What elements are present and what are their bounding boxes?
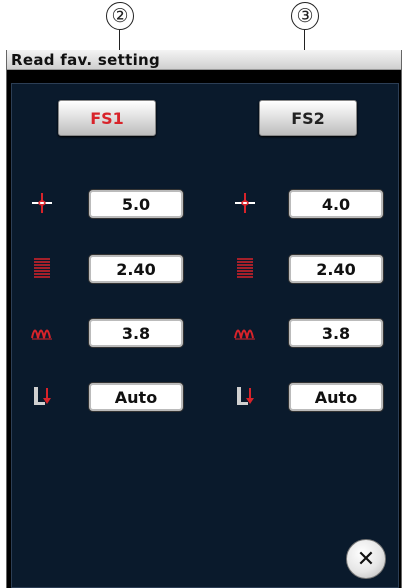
fs2-presser-foot-value: Auto xyxy=(288,382,384,412)
screen: Read fav. setting FS1 FS2 5.0 2.40 3.8 A… xyxy=(6,50,402,588)
stitch-length-icon xyxy=(34,258,50,278)
callout-3: ③ xyxy=(291,2,319,30)
needle-position-icon xyxy=(32,193,52,213)
callout-2: ② xyxy=(106,2,134,30)
fs1-presser-foot-value: Auto xyxy=(88,382,184,412)
fs1-stitch-length-value: 2.40 xyxy=(88,254,184,284)
fs2-button[interactable]: FS2 xyxy=(259,100,357,136)
close-button[interactable]: ✕ xyxy=(346,539,386,579)
thread-tension-icon xyxy=(234,329,255,340)
stitch-length-icon xyxy=(237,258,253,278)
presser-foot-pressure-icon xyxy=(237,387,254,405)
close-icon: ✕ xyxy=(356,546,376,572)
fs1-button[interactable]: FS1 xyxy=(58,100,156,136)
presser-foot-pressure-icon xyxy=(34,387,51,405)
thread-tension-icon xyxy=(31,329,52,340)
needle-position-icon xyxy=(235,193,255,213)
fs2-thread-tension-value: 3.8 xyxy=(288,318,384,348)
fs1-needle-position-value: 5.0 xyxy=(88,189,184,219)
fs2-stitch-length-value: 2.40 xyxy=(288,254,384,284)
window-title: Read fav. setting xyxy=(7,50,401,70)
fs1-thread-tension-value: 3.8 xyxy=(88,318,184,348)
fs2-needle-position-value: 4.0 xyxy=(288,189,384,219)
settings-panel: FS1 FS2 5.0 2.40 3.8 Auto 4.0 2.40 3.8 A… xyxy=(11,83,399,588)
